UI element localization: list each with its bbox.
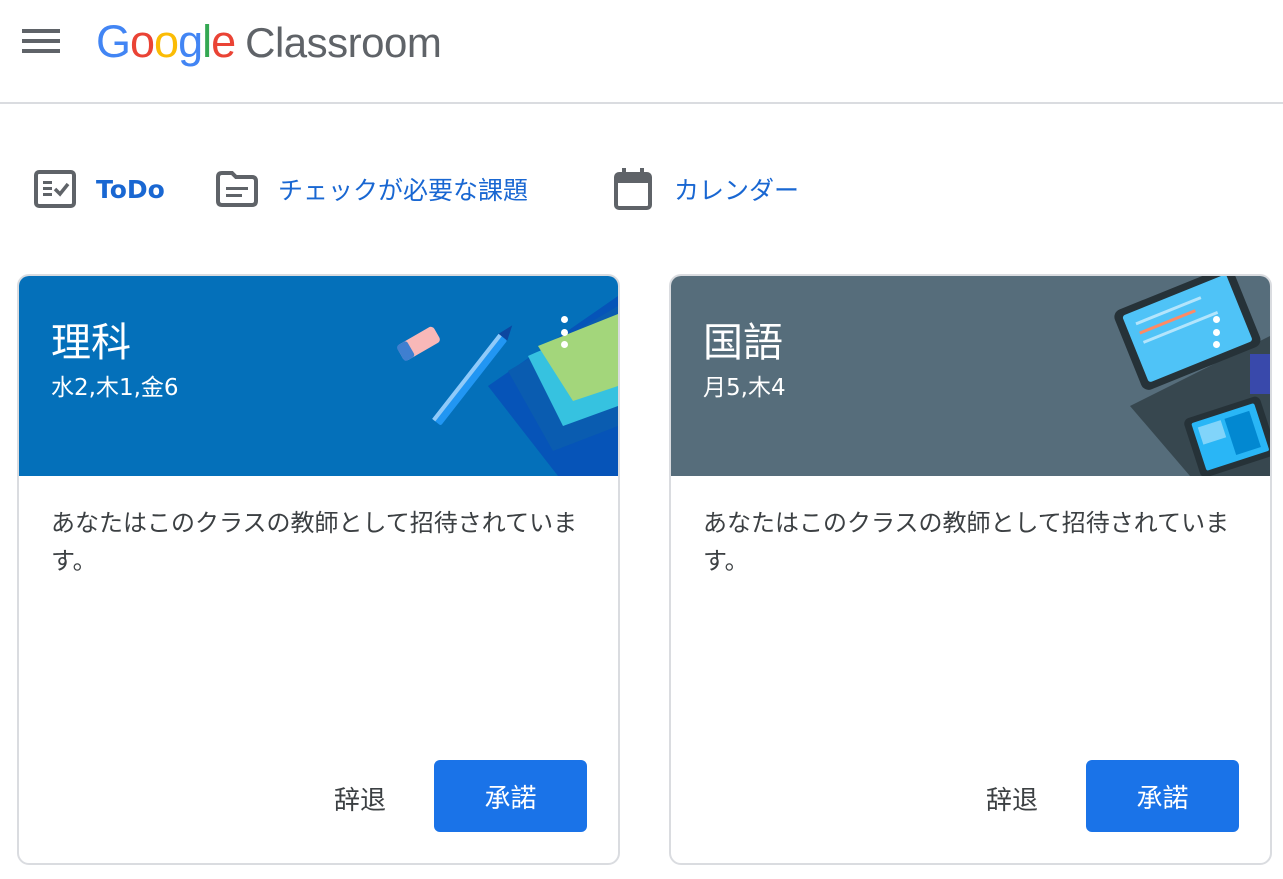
todo-checklist-icon (34, 168, 76, 210)
class-invite-card: 理科 水2,木1,金6 あなたはこのクラスの教師として招待されています。 辞退 … (17, 274, 620, 865)
class-card-banner[interactable]: 国語 月5,木4 (671, 276, 1270, 476)
class-title: 理科 (51, 320, 131, 366)
science-illustration (397, 296, 618, 476)
invite-message: あなたはこのクラスの教師として招待されています。 (51, 509, 578, 575)
logo-letter: o (154, 16, 179, 67)
google-classroom-logo[interactable]: Google Classroom (96, 14, 442, 70)
card-more-button[interactable] (1201, 312, 1231, 352)
hamburger-menu-icon (22, 29, 60, 53)
invite-message: あなたはこのクラスの教師として招待されています。 (703, 509, 1230, 575)
class-card-banner[interactable]: 理科 水2,木1,金6 (19, 276, 618, 476)
more-vert-icon (560, 341, 568, 348)
calendar-icon (612, 168, 654, 210)
class-invite-card: 国語 月5,木4 あなたはこのクラスの教師として招待されています。 辞退 承諾 (669, 274, 1272, 865)
nav-item-review[interactable]: チェックが必要な課題 (216, 156, 528, 222)
class-section: 月5,木4 (703, 375, 786, 401)
logo-letter: o (130, 16, 155, 67)
nav-item-calendar[interactable]: カレンダー (612, 156, 799, 222)
tablet-illustration (1114, 276, 1270, 476)
google-wordmark: Google (96, 14, 236, 70)
nav-item-label: ToDo (96, 174, 165, 204)
folder-review-icon (216, 168, 258, 210)
more-vert-icon (1212, 316, 1220, 323)
more-vert-icon (1212, 341, 1220, 348)
decline-button[interactable]: 辞退 (967, 762, 1057, 834)
logo-letter: e (211, 16, 236, 67)
more-vert-icon (560, 328, 568, 336)
top-nav: ToDo チェックが必要な課題 カレンダー (0, 156, 1283, 226)
more-vert-icon (560, 316, 568, 323)
accept-button[interactable]: 承諾 (434, 760, 587, 832)
class-title: 国語 (703, 320, 783, 366)
logo-letter: G (96, 16, 131, 67)
logo-letter: l (202, 16, 212, 67)
accept-button[interactable]: 承諾 (1086, 760, 1239, 832)
card-more-button[interactable] (549, 312, 579, 352)
nav-item-label: カレンダー (674, 176, 800, 205)
main-menu-button[interactable] (14, 18, 68, 64)
logo-letter: g (178, 16, 203, 67)
more-vert-icon (1212, 328, 1220, 336)
nav-item-todo[interactable]: ToDo (34, 156, 165, 222)
decline-button[interactable]: 辞退 (315, 762, 405, 834)
app-header: Google Classroom (0, 0, 1283, 104)
class-section: 水2,木1,金6 (51, 375, 179, 401)
nav-item-label: チェックが必要な課題 (278, 176, 529, 205)
product-name: Classroom (245, 19, 442, 66)
